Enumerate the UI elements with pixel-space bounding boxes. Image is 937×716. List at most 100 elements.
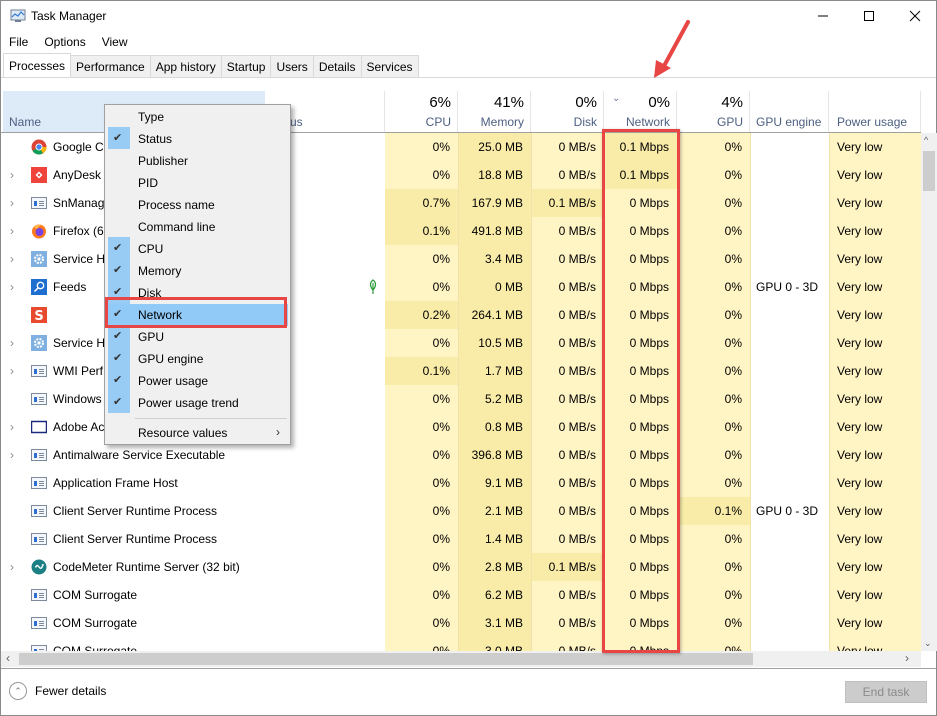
scroll-down-icon[interactable]: ⌄	[924, 638, 932, 649]
expand-chevron-icon[interactable]: ›	[10, 329, 14, 357]
close-icon	[909, 10, 921, 22]
process-row[interactable]: Application Frame Host 0% 9.1 MB 0 MB/s 0 Mb…	[1, 469, 921, 497]
tab-processes[interactable]: Processes	[3, 53, 72, 77]
window-app-icon	[31, 447, 47, 463]
gpu-cell: 0%	[677, 385, 750, 413]
tab-startup[interactable]: Startup	[220, 55, 272, 77]
expand-chevron-icon[interactable]: ›	[10, 273, 14, 301]
expand-chevron-icon[interactable]: ›	[10, 217, 14, 245]
column-header-memory[interactable]: 41% Memory	[458, 91, 531, 132]
checkmark-icon: ✔	[113, 396, 123, 408]
close-button[interactable]	[892, 1, 937, 31]
maximize-button[interactable]	[846, 1, 892, 31]
power-usage-cell: Very low	[829, 301, 921, 329]
expand-chevron-icon[interactable]: ›	[10, 245, 14, 273]
horizontal-scroll-thumb[interactable]	[19, 653, 753, 665]
checkmark-icon: ✔	[113, 374, 123, 386]
gpu-cell: 0%	[677, 217, 750, 245]
end-task-button[interactable]: End task	[845, 681, 927, 703]
menu-item-gpu[interactable]: ✔ GPU	[105, 326, 290, 348]
gpu-engine-cell: GPU 0 - 3D	[750, 497, 829, 525]
process-name: CodeMeter Runtime Server (32 bit)	[53, 560, 240, 574]
cpu-cell: 0%	[385, 609, 458, 637]
process-row[interactable]: › Antimalware Service Executable 0% 396.8 M…	[1, 441, 921, 469]
power-usage-cell: Very low	[829, 469, 921, 497]
column-header-network[interactable]: ⌄ 0% Network	[604, 91, 677, 132]
tab-details[interactable]: Details	[312, 55, 362, 77]
power-usage-cell: Very low	[829, 133, 921, 161]
menu-item-pid[interactable]: PID	[105, 172, 290, 194]
process-row[interactable]: COM Surrogate 0% 3.1 MB 0 MB/s 0 Mbps 0% Very …	[1, 609, 921, 637]
svg-text:S: S	[34, 309, 43, 323]
gpu-cell: 0%	[677, 273, 750, 301]
process-name: Client Server Runtime Process	[53, 504, 218, 518]
menu-item-type[interactable]: Type	[105, 106, 290, 128]
process-row[interactable]: COM Surrogate 0% 3.0 MB 0 MB/s 0 Mbps 0% Very …	[1, 637, 921, 651]
process-name: COM Surrogate	[53, 588, 138, 602]
tab-performance[interactable]: Performance	[70, 55, 151, 77]
column-header-gpu-engine[interactable]: GPU engine	[750, 91, 829, 132]
fewer-details-button[interactable]: ⌃ Fewer details	[9, 682, 106, 700]
column-label-power: Power usage	[837, 115, 908, 129]
column-context-menu: Type ✔ Status Publisher PID Process name Comma…	[104, 104, 291, 445]
process-name: Client Server Runtime Process	[53, 532, 218, 546]
column-header-power[interactable]: Power usage	[829, 91, 921, 132]
column-header-cpu[interactable]: 6% CPU	[385, 91, 458, 132]
disk-total: 0%	[575, 94, 597, 111]
vertical-scrollbar[interactable]: ^ ⌄	[921, 133, 937, 651]
menu-item-process-name[interactable]: Process name	[105, 194, 290, 216]
submenu-arrow-icon: ›	[276, 425, 280, 439]
disk-cell: 0 MB/s	[531, 301, 604, 329]
expand-chevron-icon[interactable]: ›	[10, 161, 14, 189]
menu-item-memory[interactable]: ✔ Memory	[105, 260, 290, 282]
menu-file[interactable]: File	[1, 32, 36, 52]
minimize-button[interactable]	[800, 1, 846, 31]
gpu-engine-cell	[750, 133, 829, 161]
gpu-cell: 0%	[677, 161, 750, 189]
menu-item-resource-values[interactable]: Resource values ›	[105, 422, 290, 444]
cpu-cell: 0%	[385, 553, 458, 581]
column-header-disk[interactable]: 0% Disk	[531, 91, 604, 132]
process-row[interactable]: Client Server Runtime Process 0% 2.1 MB 0 M…	[1, 497, 921, 525]
window-app-icon	[31, 195, 47, 211]
menu-item-power-usage[interactable]: ✔ Power usage	[105, 370, 290, 392]
power-usage-cell: Very low	[829, 357, 921, 385]
menu-item-power-usage-trend[interactable]: ✔ Power usage trend	[105, 392, 290, 414]
process-row[interactable]: COM Surrogate 0% 6.2 MB 0 MB/s 0 Mbps 0% Very …	[1, 581, 921, 609]
checkmark-icon: ✔	[113, 242, 123, 254]
expand-chevron-icon[interactable]: ›	[10, 189, 14, 217]
gpu-cell: 0%	[677, 189, 750, 217]
scroll-left-icon[interactable]: ‹	[6, 651, 10, 665]
menu-item-publisher[interactable]: Publisher	[105, 150, 290, 172]
horizontal-scrollbar[interactable]: ‹ ›	[1, 651, 921, 667]
menu-separator	[135, 418, 287, 419]
menu-view[interactable]: View	[94, 32, 136, 52]
cpu-cell: 0.7%	[385, 189, 458, 217]
expand-chevron-icon[interactable]: ›	[10, 441, 14, 469]
expand-chevron-icon[interactable]: ›	[10, 413, 14, 441]
cpu-cell: 0%	[385, 497, 458, 525]
menu-item-cpu[interactable]: ✔ CPU	[105, 238, 290, 260]
power-usage-cell: Very low	[829, 497, 921, 525]
expand-chevron-icon[interactable]: ›	[10, 553, 14, 581]
firefox-icon	[31, 223, 47, 239]
menu-item-gpu-engine[interactable]: ✔ GPU engine	[105, 348, 290, 370]
menu-item-label: Type	[138, 110, 165, 124]
tab-users[interactable]: Users	[270, 55, 314, 77]
vertical-scroll-thumb[interactable]	[923, 151, 935, 191]
process-name: Antimalware Service Executable	[53, 448, 226, 462]
process-row[interactable]: Client Server Runtime Process 0% 1.4 MB 0 M…	[1, 525, 921, 553]
scroll-up-icon[interactable]: ^	[924, 135, 928, 145]
menu-options[interactable]: Options	[36, 32, 93, 52]
tab-services[interactable]: Services	[360, 55, 419, 77]
column-label-network: Network	[625, 115, 670, 129]
expand-chevron-icon[interactable]: ›	[10, 357, 14, 385]
tab-app-history[interactable]: App history	[149, 55, 222, 77]
menu-item-command-line[interactable]: Command line	[105, 216, 290, 238]
column-header-gpu[interactable]: 4% GPU	[677, 91, 750, 132]
scroll-right-icon[interactable]: ›	[905, 651, 909, 665]
s-app-icon: S	[31, 307, 47, 324]
menu-item-status[interactable]: ✔ Status	[105, 128, 290, 150]
process-row[interactable]: › CodeMeter Runtime Server (32 bit) 0% 2.8 …	[1, 553, 921, 581]
gpu-cell: 0%	[677, 441, 750, 469]
